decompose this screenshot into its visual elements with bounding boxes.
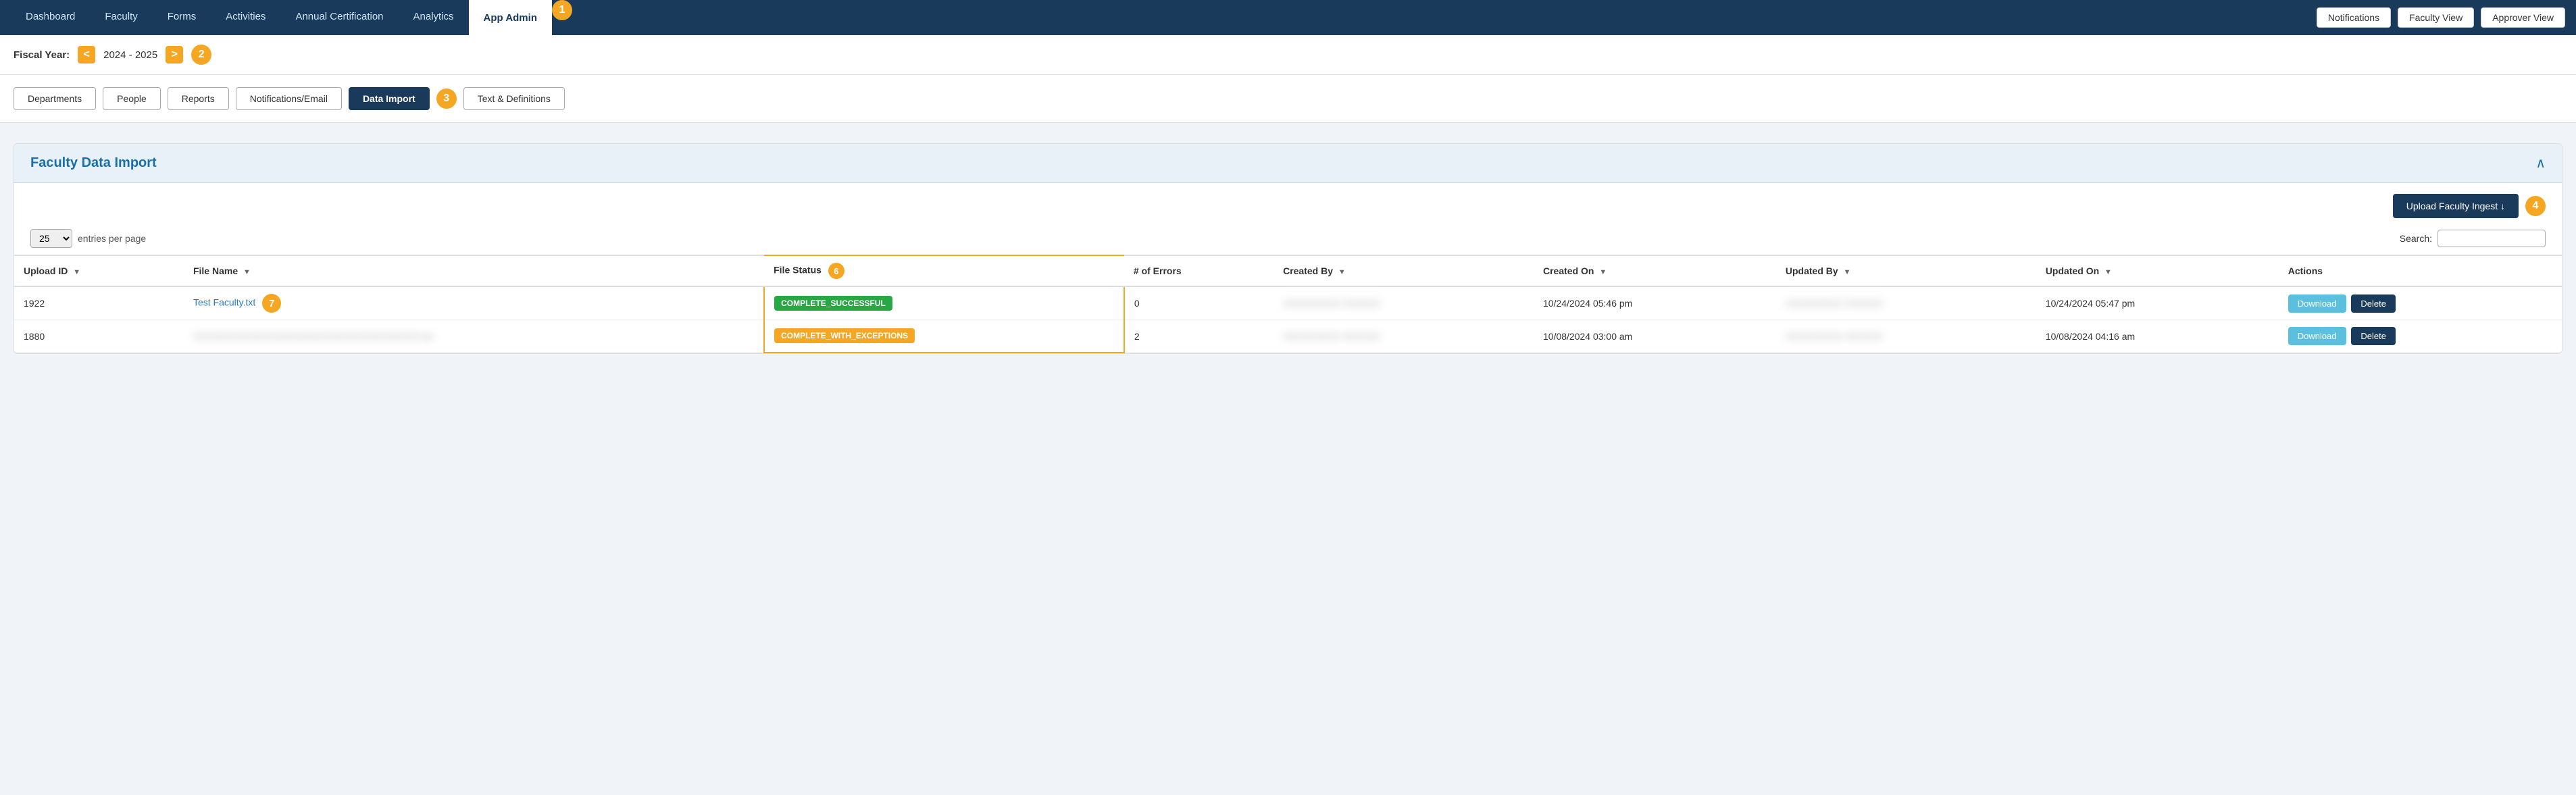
entries-label: entries per page <box>78 233 146 244</box>
tab-departments[interactable]: Departments <box>14 87 96 110</box>
main-content: Faculty Data Import ∧ Upload Faculty Ing… <box>0 123 2576 367</box>
nav-item-annual-certification[interactable]: Annual Certification <box>280 0 398 35</box>
status-badge-exception: COMPLETE_WITH_EXCEPTIONS <box>774 328 915 343</box>
tabs-row: Departments People Reports Notifications… <box>0 75 2576 123</box>
section-header: Faculty Data Import ∧ <box>14 144 2562 183</box>
cell-updated-on: 10/24/2024 05:47 pm <box>2036 286 2279 320</box>
nav-item-activities[interactable]: Activities <box>211 0 280 35</box>
row-badge-7: 7 <box>262 294 281 313</box>
file-name-blurred: XXXXXXXXXXXXXXXXXXXXXXXXXXXXXXXXXXXX.txt <box>193 331 433 342</box>
nav-item-app-admin[interactable]: App Admin <box>469 0 552 35</box>
data-table: Upload ID ▼ File Name ▼ File Status 6 # … <box>14 255 2562 353</box>
search-label: Search: <box>2400 233 2432 244</box>
fiscal-year-label: Fiscal Year: <box>14 49 70 61</box>
nav-items: Dashboard Faculty Forms Activities Annua… <box>11 0 2317 35</box>
updated-by-value: XXXXXXXXX XXXXXX <box>1786 331 1883 342</box>
download-button-row2[interactable]: Download <box>2288 327 2346 345</box>
delete-button-row1[interactable]: Delete <box>2351 294 2396 313</box>
status-badge-success: COMPLETE_SUCCESSFUL <box>774 296 892 311</box>
fiscal-next-button[interactable]: > <box>166 46 183 63</box>
sort-arrow-created-by: ▼ <box>1338 268 1346 276</box>
tab-reports[interactable]: Reports <box>168 87 229 110</box>
cell-actions: Download Delete <box>2279 320 2562 353</box>
sort-arrow-updated-by: ▼ <box>1844 268 1851 276</box>
entries-left: 25 50 100 entries per page <box>30 229 146 248</box>
cell-file-name: XXXXXXXXXXXXXXXXXXXXXXXXXXXXXXXXXXXX.txt <box>184 320 764 353</box>
entries-row: 25 50 100 entries per page Search: <box>14 229 2562 255</box>
created-by-value: XXXXXXXXX XXXXXX <box>1283 298 1380 309</box>
top-navigation: Dashboard Faculty Forms Activities Annua… <box>0 0 2576 35</box>
nav-badge-1: 1 <box>552 0 572 20</box>
cell-updated-on: 10/08/2024 04:16 am <box>2036 320 2279 353</box>
approver-view-button[interactable]: Approver View <box>2481 7 2565 28</box>
col-updated-on[interactable]: Updated On ▼ <box>2036 255 2279 286</box>
tab-text-definitions[interactable]: Text & Definitions <box>463 87 565 110</box>
tab-notifications-email[interactable]: Notifications/Email <box>236 87 342 110</box>
cell-updated-by: XXXXXXXXX XXXXXX <box>1776 320 2036 353</box>
col-errors: # of Errors <box>1124 255 1273 286</box>
collapse-icon[interactable]: ∧ <box>2535 155 2546 172</box>
sort-arrow-created-on: ▼ <box>1599 268 1607 276</box>
col-upload-id[interactable]: Upload ID ▼ <box>14 255 184 286</box>
file-name-link[interactable]: Test Faculty.txt <box>193 297 255 308</box>
cell-upload-id: 1880 <box>14 320 184 353</box>
search-right: Search: <box>2400 230 2546 247</box>
tab-data-import[interactable]: Data Import <box>349 87 430 110</box>
col-created-on[interactable]: Created On ▼ <box>1534 255 1776 286</box>
tabs-badge-3: 3 <box>436 88 457 109</box>
cell-actions: Download Delete <box>2279 286 2562 320</box>
tab-people[interactable]: People <box>103 87 161 110</box>
cell-created-by: XXXXXXXXX XXXXXX <box>1273 286 1534 320</box>
cell-file-status: COMPLETE_WITH_EXCEPTIONS <box>764 320 1124 353</box>
nav-item-analytics[interactable]: Analytics <box>399 0 469 35</box>
cell-created-on: 10/24/2024 05:46 pm <box>1534 286 1776 320</box>
nav-item-faculty[interactable]: Faculty <box>90 0 152 35</box>
cell-created-on: 10/08/2024 03:00 am <box>1534 320 1776 353</box>
cell-updated-by: XXXXXXXXX XXXXXX <box>1776 286 2036 320</box>
cell-errors: 0 <box>1124 286 1273 320</box>
fiscal-year-value: 2024 - 2025 <box>103 49 157 61</box>
updated-by-value: XXXXXXXXX XXXXXX <box>1786 298 1883 309</box>
sort-arrow-updated-on: ▼ <box>2104 268 2112 276</box>
fiscal-badge-2: 2 <box>191 45 211 65</box>
col-file-status: File Status 6 <box>764 255 1124 286</box>
nav-right-buttons: Notifications Faculty View Approver View <box>2317 7 2565 28</box>
table-row: 1880 XXXXXXXXXXXXXXXXXXXXXXXXXXXXXXXXXXX… <box>14 320 2562 353</box>
cell-file-status: COMPLETE_SUCCESSFUL <box>764 286 1124 320</box>
file-status-badge-6: 6 <box>828 263 844 279</box>
nav-item-forms[interactable]: Forms <box>153 0 211 35</box>
sort-arrow-file-name: ▼ <box>243 268 251 276</box>
delete-button-row2[interactable]: Delete <box>2351 327 2396 345</box>
table-controls-top: Upload Faculty Ingest ↓ 4 <box>14 183 2562 229</box>
cell-errors: 2 <box>1124 320 1273 353</box>
cell-created-by: XXXXXXXXX XXXXXX <box>1273 320 1534 353</box>
faculty-view-button[interactable]: Faculty View <box>2398 7 2474 28</box>
sort-arrow-upload-id: ▼ <box>73 268 80 276</box>
col-updated-by[interactable]: Updated By ▼ <box>1776 255 2036 286</box>
download-button-row1[interactable]: Download <box>2288 294 2346 313</box>
cell-upload-id: 1922 <box>14 286 184 320</box>
col-actions: Actions <box>2279 255 2562 286</box>
upload-badge-4: 4 <box>2525 196 2546 216</box>
upload-faculty-ingest-button[interactable]: Upload Faculty Ingest ↓ <box>2393 194 2519 218</box>
fiscal-year-bar: Fiscal Year: < 2024 - 2025 > 2 <box>0 35 2576 75</box>
table-header-row: Upload ID ▼ File Name ▼ File Status 6 # … <box>14 255 2562 286</box>
created-by-value: XXXXXXXXX XXXXXX <box>1283 331 1380 342</box>
col-file-name[interactable]: File Name ▼ <box>184 255 764 286</box>
faculty-data-import-section: Faculty Data Import ∧ Upload Faculty Ing… <box>14 143 2562 354</box>
cell-file-name: Test Faculty.txt 7 <box>184 286 764 320</box>
fiscal-prev-button[interactable]: < <box>78 46 95 63</box>
nav-item-dashboard[interactable]: Dashboard <box>11 0 90 35</box>
entries-per-page-select[interactable]: 25 50 100 <box>30 229 72 248</box>
col-created-by[interactable]: Created By ▼ <box>1273 255 1534 286</box>
table-row: 1922 Test Faculty.txt 7 COMPLETE_SUCCESS… <box>14 286 2562 320</box>
section-title: Faculty Data Import <box>30 155 157 171</box>
notifications-button[interactable]: Notifications <box>2317 7 2391 28</box>
search-input[interactable] <box>2438 230 2546 247</box>
